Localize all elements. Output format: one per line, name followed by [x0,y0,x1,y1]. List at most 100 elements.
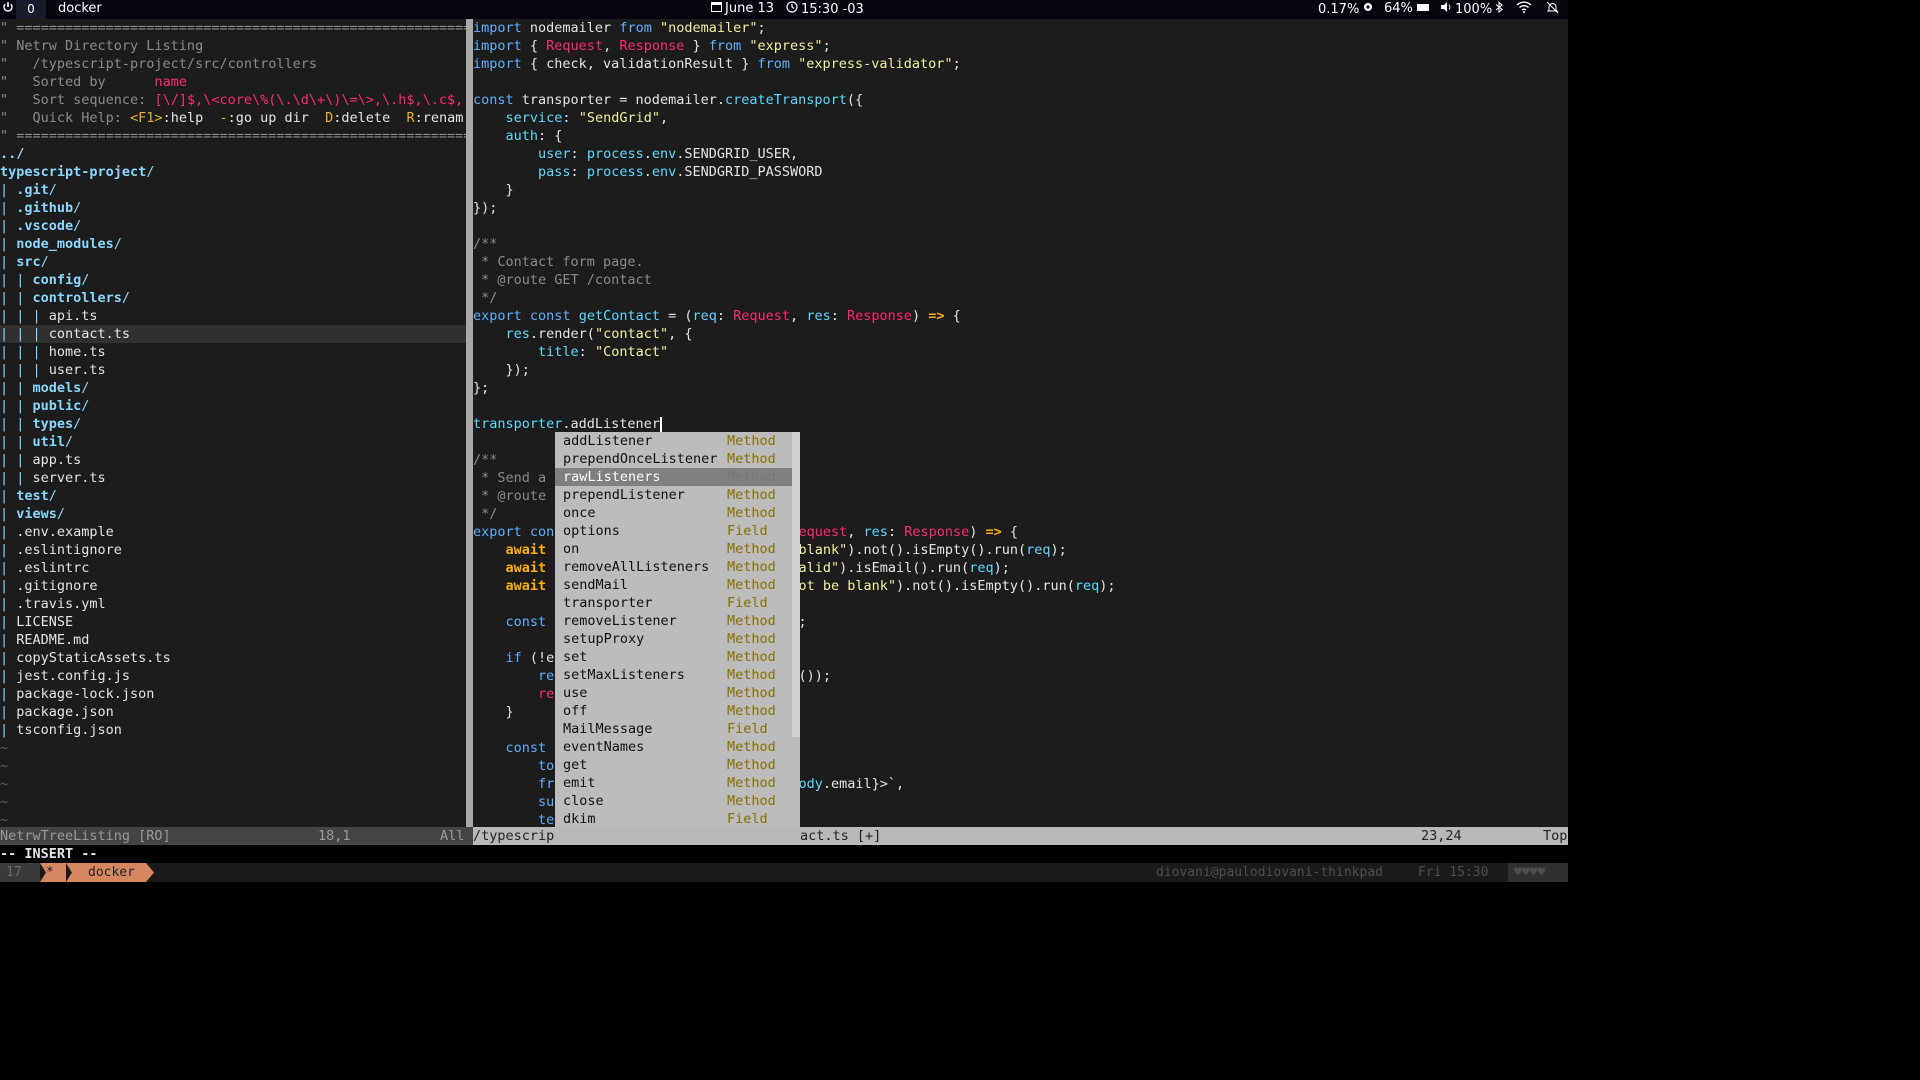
netrw-dir-entry[interactable]: | .vscode/ [0,217,81,235]
code-line[interactable]: if (!e [473,649,555,667]
completion-item[interactable]: rawListeners Method [555,468,792,486]
netrw-file-entry[interactable]: | .eslintignore [0,541,122,559]
netrw-file-entry[interactable]: | package-lock.json [0,685,154,703]
netrw-pane[interactable]: " ======================================… [0,19,466,827]
code-line[interactable]: const [473,739,547,757]
code-line[interactable]: re [473,667,554,685]
completion-item[interactable]: setMaxListeners Method [555,666,792,684]
netrw-dir-entry[interactable]: | | util/ [0,433,73,451]
netrw-dir-entry[interactable]: | | models/ [0,379,89,397]
code-line[interactable]: su [473,793,554,811]
code-line[interactable]: export con [473,523,554,541]
date-widget[interactable]: June 13 [711,1,774,16]
tmux-window-docker[interactable]: docker [66,863,154,882]
completion-item[interactable]: removeAllListeners Method [555,558,792,576]
code-line[interactable]: transporter.addListener [473,415,662,433]
netrw-file-entry[interactable]: | .gitignore [0,577,98,595]
netrw-dir-entry[interactable]: | .git/ [0,181,57,199]
netrw-dir-entry[interactable]: | src/ [0,253,49,271]
netrw-file-entry[interactable]: | | | api.ts [0,307,98,325]
code-line-fragment[interactable]: ()); [799,667,832,685]
completion-item[interactable]: prependOnceListener Method [555,450,792,468]
code-line[interactable]: * Contact form page. [473,253,644,271]
code-line[interactable]: /** [473,451,497,469]
netrw-dir-entry[interactable]: | | config/ [0,271,89,289]
vertical-split-divider[interactable] [466,19,473,827]
netrw-dir-entry[interactable]: | | public/ [0,397,89,415]
netrw-file-entry[interactable]: | | | user.ts [0,361,106,379]
code-line[interactable]: to [473,757,554,775]
completion-item[interactable]: off Method [555,702,792,720]
code-line[interactable]: await [473,559,547,577]
code-line-fragment[interactable]: alid").isEmail().run(req); [799,559,1010,577]
code-line[interactable]: fr [473,775,554,793]
completion-item[interactable]: close Method [555,792,792,810]
code-line[interactable]: /** [473,235,497,253]
clock-widget[interactable]: 15:30 -03 [786,1,864,17]
code-line[interactable]: await [473,577,547,595]
netrw-dir-entry[interactable]: ../ [0,145,24,163]
code-line[interactable]: const transporter = nodemailer.createTra… [473,91,863,109]
completion-item[interactable]: get Method [555,756,792,774]
code-line[interactable]: res.render("contact", { [473,325,693,343]
completion-item[interactable]: transporter Field [555,594,792,612]
netrw-file-entry[interactable]: | | | home.ts [0,343,106,361]
code-line[interactable]: }; [473,379,489,397]
code-line[interactable]: import { Request, Response } from "expre… [473,37,831,55]
code-line-fragment[interactable]: ody.email}>`, [799,775,905,793]
code-line-fragment[interactable]: equest, res: Response) => { [799,523,1019,541]
netrw-file-entry[interactable]: | .eslintrc [0,559,89,577]
completion-item[interactable]: options Field [555,522,792,540]
completion-item[interactable]: once Method [555,504,792,522]
completion-item[interactable]: emit Method [555,774,792,792]
code-line[interactable]: } [473,703,514,721]
completion-item[interactable]: dkim Field [555,810,792,828]
netrw-dir-entry[interactable]: | .github/ [0,199,81,217]
netrw-file-entry[interactable]: | copyStaticAssets.ts [0,649,171,667]
completion-item[interactable]: prependListener Method [555,486,792,504]
netrw-file-entry[interactable]: | jest.config.js [0,667,130,685]
volume-widget[interactable]: 100% [1440,1,1492,17]
netrw-file-entry[interactable]: | .env.example [0,523,114,541]
completion-scrollbar[interactable] [792,432,800,737]
completion-item[interactable]: eventNames Method [555,738,792,756]
netrw-file-entry[interactable]: | package.json [0,703,114,721]
code-line[interactable]: */ [473,505,497,523]
code-line[interactable]: * Send a [473,469,546,487]
completion-menu[interactable]: addListener Method prependOnceListener Meth… [555,432,800,845]
code-line[interactable]: user: process.env.SENDGRID_USER, [473,145,798,163]
code-line-fragment[interactable]: ot be blank").not().isEmpty().run(req); [799,577,1116,595]
wifi-icon[interactable] [1516,1,1532,13]
completion-item[interactable]: use Method [555,684,792,702]
bluetooth-icon[interactable] [1494,1,1504,14]
netrw-dir-entry[interactable]: typescript-project/ [0,163,154,181]
code-line[interactable]: export const getContact = (req: Request,… [473,307,961,325]
completion-item[interactable]: set Method [555,648,792,666]
power-icon[interactable] [2,1,14,13]
cpu-widget[interactable]: 0.17% [1318,1,1374,17]
netrw-file-entry[interactable]: | LICENSE [0,613,73,631]
netrw-file-entry[interactable]: | .travis.yml [0,595,106,613]
netrw-dir-entry[interactable]: | | controllers/ [0,289,130,307]
code-line[interactable]: title: "Contact" [473,343,668,361]
code-line[interactable]: const [473,613,547,631]
netrw-file-entry[interactable]: | tsconfig.json [0,721,122,739]
command-line[interactable]: -- INSERT -- [0,845,1568,863]
netrw-dir-entry[interactable]: | | types/ [0,415,81,433]
netrw-file-entry[interactable]: | | | contact.ts [0,325,466,343]
completion-item[interactable]: setupProxy Method [555,630,792,648]
code-line[interactable]: import { check, validationResult } from … [473,55,961,73]
code-line[interactable]: */ [473,289,497,307]
code-line-fragment[interactable]: blank").not().isEmpty().run(req); [799,541,1067,559]
netrw-file-entry[interactable]: | | app.ts [0,451,81,469]
completion-item[interactable]: sendMail Method [555,576,792,594]
code-line[interactable]: auth: { [473,127,563,145]
code-line[interactable]: * @route [473,487,546,505]
workspace-indicator[interactable]: 0 [16,0,46,19]
netrw-dir-entry[interactable]: | views/ [0,505,65,523]
completion-item[interactable]: addListener Method [555,432,792,450]
code-line[interactable]: service: "SendGrid", [473,109,669,127]
completion-item[interactable]: MailMessage Field [555,720,792,738]
netrw-dir-entry[interactable]: | test/ [0,487,57,505]
code-line[interactable]: }); [473,199,497,217]
